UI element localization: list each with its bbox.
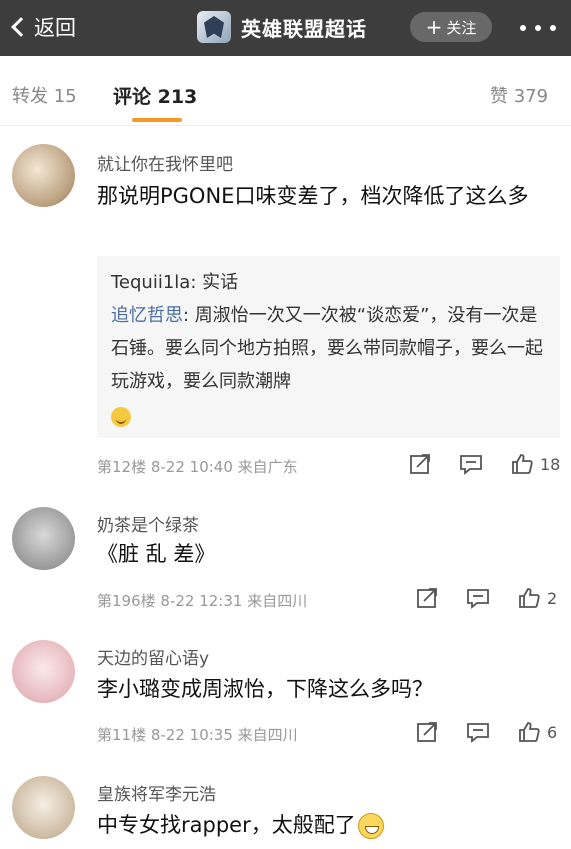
active-tab-indicator <box>132 118 182 122</box>
comment-username[interactable]: 天边的留心语y <box>97 644 209 669</box>
follow-button[interactable]: + 关注 <box>410 12 492 42</box>
thumbs-up-icon <box>519 588 540 608</box>
comment-text-row: 中专女找rapper，太般配了 <box>97 808 557 842</box>
avatar[interactable] <box>12 640 75 703</box>
quote-author-link[interactable]: 追忆哲思 <box>111 305 183 326</box>
follow-label: 关注 <box>446 18 477 37</box>
like-button[interactable]: 6 <box>517 720 557 744</box>
avatar[interactable] <box>12 507 75 570</box>
grin-emoji-icon <box>111 407 131 427</box>
like-count: 2 <box>547 588 558 608</box>
comment-username[interactable]: 奶茶是个绿茶 <box>97 511 199 536</box>
quote-author: Tequii1la <box>111 272 191 293</box>
comment-item: 皇族将军李元浩 中专女找rapper，太般配了 <box>0 762 571 849</box>
like-count: 6 <box>547 722 558 742</box>
like-button[interactable]: 18 <box>510 452 560 476</box>
thumbs-up-icon <box>519 722 540 742</box>
comment-item: 奶茶是个绿茶 《脏 乱 差》 第196楼 8-22 12:31 来自四川 2 <box>0 496 571 626</box>
comment-actions: 6 <box>415 720 557 744</box>
tab-repost[interactable]: 转发 15 <box>12 82 77 108</box>
comment-item: 天边的留心语y 李小璐变成周淑怡，下降这么多吗？ 第11楼 8-22 10:35… <box>0 626 571 762</box>
repost-icon[interactable] <box>408 452 432 476</box>
quote-line <box>111 398 546 431</box>
comment-actions: 18 <box>408 452 560 476</box>
comment-meta: 第196楼 8-22 12:31 来自四川 <box>97 592 308 610</box>
avatar[interactable] <box>12 776 75 839</box>
quote-line: 追忆哲思: 周淑怡一次又一次被“谈恋爱”，没有一次是石锤。要么同个地方拍照，要么… <box>111 299 546 398</box>
comment-text: 李小璐变成周淑怡，下降这么多吗？ <box>97 677 433 701</box>
comment-meta: 第11楼 8-22 10:35 来自四川 <box>97 726 298 744</box>
repost-icon[interactable] <box>415 586 439 610</box>
top-bar: 返回 英雄联盟超话 + 关注 <box>0 0 571 56</box>
comment-username[interactable]: 就让你在我怀里吧 <box>97 150 233 175</box>
tab-bar: 转发 15 评论 213 赞 379 <box>0 56 571 126</box>
comment-text: 那说明PGONE口味变差了，档次降低了这么多 <box>97 184 529 208</box>
quote-text: : 实话 <box>190 272 239 293</box>
grin-emoji-icon <box>357 813 384 839</box>
comment-meta: 第12楼 8-22 10:40 来自广东 <box>97 458 298 476</box>
comment-text: 《脏 乱 差》 <box>97 542 216 566</box>
comment-icon[interactable] <box>465 720 491 744</box>
page-title: 英雄联盟超话 <box>241 16 367 41</box>
quote-line: Tequii1la: 实话 <box>111 266 546 299</box>
quoted-reply[interactable]: Tequii1la: 实话 追忆哲思: 周淑怡一次又一次被“谈恋爱”，没有一次是… <box>97 256 560 438</box>
dot <box>550 25 556 31</box>
repost-icon[interactable] <box>415 720 439 744</box>
thumbs-up-icon <box>512 454 533 474</box>
back-button[interactable]: 返回 <box>8 10 76 44</box>
dot <box>520 25 526 31</box>
comment-username[interactable]: 皇族将军李元浩 <box>97 780 216 805</box>
chevron-left-icon <box>11 17 31 37</box>
comment-icon[interactable] <box>458 452 484 476</box>
plus-icon: + <box>425 15 443 39</box>
comment-text: 中专女找rapper，太般配了 <box>97 813 356 837</box>
topic-logo <box>197 11 231 43</box>
like-button[interactable]: 2 <box>517 586 557 610</box>
more-dots-icon[interactable] <box>520 16 556 40</box>
comment-actions: 2 <box>415 586 557 610</box>
comment-icon[interactable] <box>465 586 491 610</box>
tab-comments[interactable]: 评论 213 <box>113 82 197 109</box>
back-label: 返回 <box>34 16 76 40</box>
avatar[interactable] <box>12 144 75 207</box>
like-count: 18 <box>540 454 561 474</box>
dot <box>535 25 541 31</box>
topic-header[interactable]: 英雄联盟超话 <box>197 9 367 45</box>
tab-likes[interactable]: 赞 379 <box>490 82 548 108</box>
comment-item: 就让你在我怀里吧 那说明PGONE口味变差了，档次降低了这么多 Tequii1l… <box>0 126 571 496</box>
